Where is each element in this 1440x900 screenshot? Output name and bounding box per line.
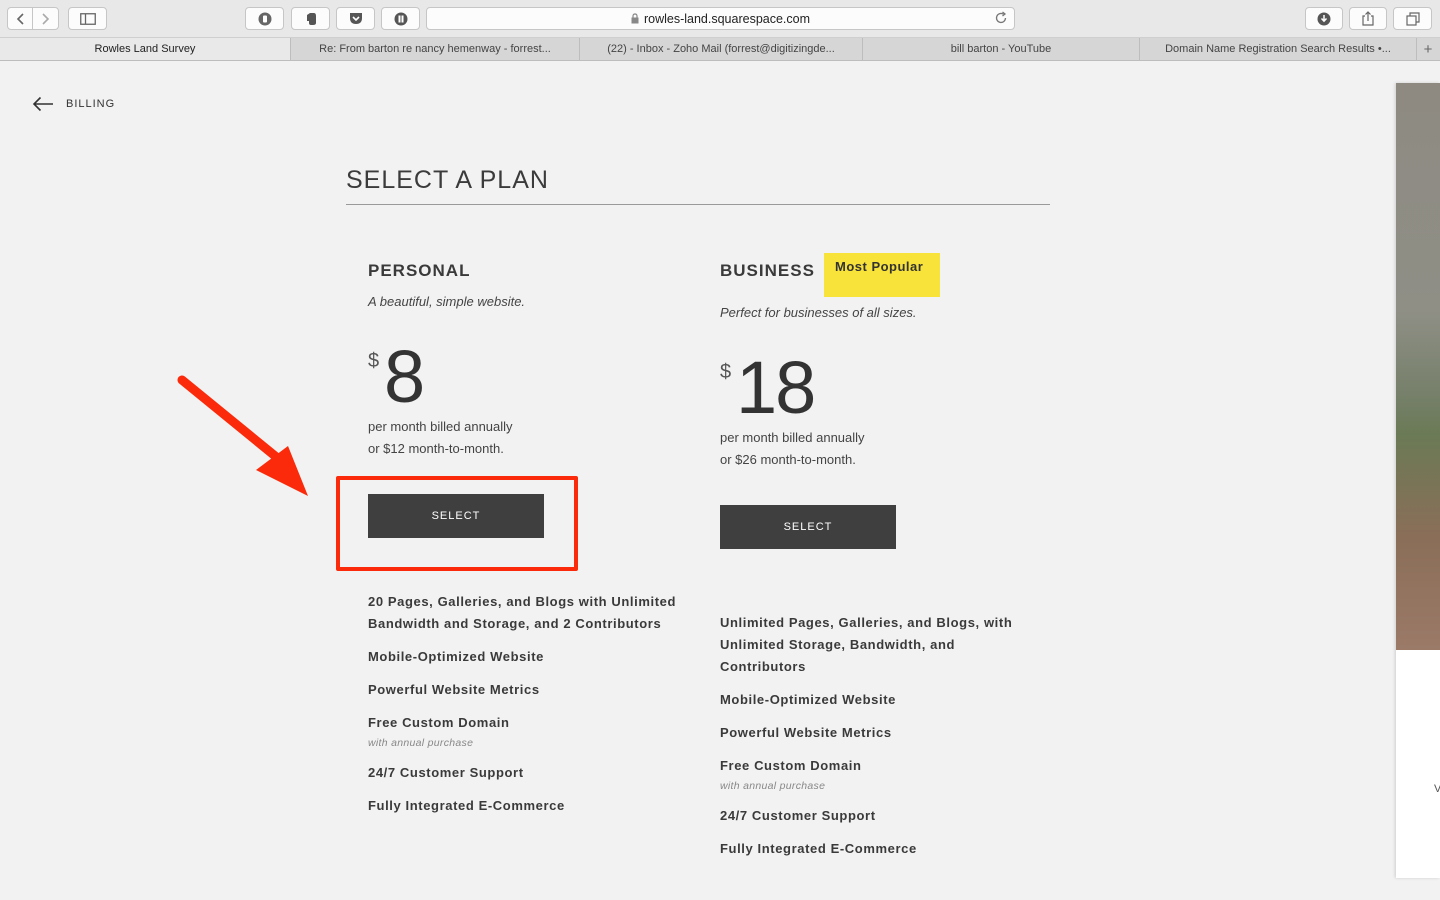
- back-label: BILLING: [66, 98, 116, 110]
- lock-icon: [631, 13, 639, 24]
- feature-note: with annual purchase: [720, 780, 826, 792]
- share-icon[interactable]: [1349, 7, 1387, 30]
- list-item: Mobile-Optimized Website: [368, 649, 544, 664]
- reload-icon[interactable]: [994, 11, 1008, 25]
- price-amount: 18: [736, 346, 816, 429]
- tab-email-barton[interactable]: Re: From barton re nancy hemenway - forr…: [291, 38, 580, 60]
- browser-toolbar: rowles-land.squarespace.com: [0, 0, 1440, 38]
- feature-note: with annual purchase: [368, 737, 474, 749]
- list-item: Powerful Website Metrics: [720, 725, 892, 740]
- address-bar[interactable]: rowles-land.squarespace.com: [426, 7, 1015, 30]
- plan-tagline: Perfect for businesses of all sizes.: [720, 305, 917, 320]
- tab-bar: Rowles Land Survey Re: From barton re na…: [0, 38, 1440, 61]
- billing-terms: per month billed annually or $12 month-t…: [368, 419, 513, 456]
- list-item: Powerful Website Metrics: [368, 682, 540, 697]
- annotation-arrow-icon: [177, 375, 308, 496]
- tab-rowles-land-survey[interactable]: Rowles Land Survey: [0, 38, 291, 60]
- list-item: 24/7 Customer Support: [368, 765, 524, 780]
- new-tab-icon[interactable]: +: [1417, 38, 1439, 60]
- list-item: 20 Pages, Galleries, and Blogs with Unli…: [368, 594, 677, 631]
- back-nav-icon[interactable]: [8, 8, 34, 29]
- annotation-highlight-box: [336, 476, 578, 571]
- tab-overview-icon[interactable]: [1393, 7, 1432, 30]
- url-text: rowles-land.squarespace.com: [643, 11, 811, 26]
- list-item: Mobile-Optimized Website: [720, 692, 896, 707]
- plan-tagline: A beautiful, simple website.: [368, 294, 526, 309]
- billing-terms: per month billed annually or $26 month-t…: [720, 430, 865, 467]
- list-item: 24/7 Customer Support: [720, 808, 876, 823]
- price-amount: 8: [384, 335, 425, 418]
- list-item: Fully Integrated E-Commerce: [720, 841, 917, 856]
- tab-zoho-mail[interactable]: (22) - Inbox - Zoho Mail (forrest@digiti…: [580, 38, 863, 60]
- forward-nav-icon[interactable]: [33, 8, 58, 29]
- side-preview-panel: V: [1396, 83, 1440, 878]
- feature-list: 20 Pages, Galleries, and Blogs with Unli…: [368, 591, 688, 817]
- downloads-icon[interactable]: [1305, 7, 1343, 30]
- page-title: SELECT A PLAN: [346, 166, 1050, 205]
- side-partial-text: V: [1434, 783, 1440, 795]
- plan-price: $ 18: [720, 351, 1040, 427]
- instapaper-icon[interactable]: [381, 7, 420, 30]
- list-item: Free Custom Domain with annual purchase: [720, 755, 1040, 794]
- tab-youtube[interactable]: bill barton - YouTube: [863, 38, 1140, 60]
- plan-price: $ 8: [368, 340, 688, 416]
- business-feature-list-container: Unlimited Pages, Galleries, and Blogs, w…: [720, 612, 1040, 856]
- extension-shield-icon[interactable]: [245, 7, 284, 30]
- select-business-button[interactable]: SELECT: [720, 505, 896, 549]
- preview-image: [1396, 83, 1440, 650]
- list-item: Fully Integrated E-Commerce: [368, 798, 565, 813]
- list-item: Unlimited Pages, Galleries, and Blogs, w…: [720, 615, 1013, 674]
- back-forward-buttons: [7, 7, 59, 30]
- arrow-left-icon: [32, 96, 53, 112]
- tab-domain-search[interactable]: Domain Name Registration Search Results …: [1140, 38, 1417, 60]
- currency-symbol: $: [720, 361, 732, 383]
- plan-business: BUSINESS Most Popular Perfect for busine…: [720, 253, 1040, 549]
- currency-symbol: $: [368, 350, 380, 372]
- plan-name: PERSONAL: [368, 261, 471, 280]
- most-popular-badge: Most Popular: [824, 253, 940, 297]
- sidebar-toggle-icon[interactable]: [68, 7, 107, 30]
- pocket-icon[interactable]: [336, 7, 375, 30]
- feature-list: Unlimited Pages, Galleries, and Blogs, w…: [720, 612, 1040, 856]
- evernote-icon[interactable]: [291, 7, 330, 30]
- list-item: Free Custom Domain with annual purchase: [368, 712, 688, 751]
- back-to-billing-link[interactable]: BILLING: [32, 96, 115, 112]
